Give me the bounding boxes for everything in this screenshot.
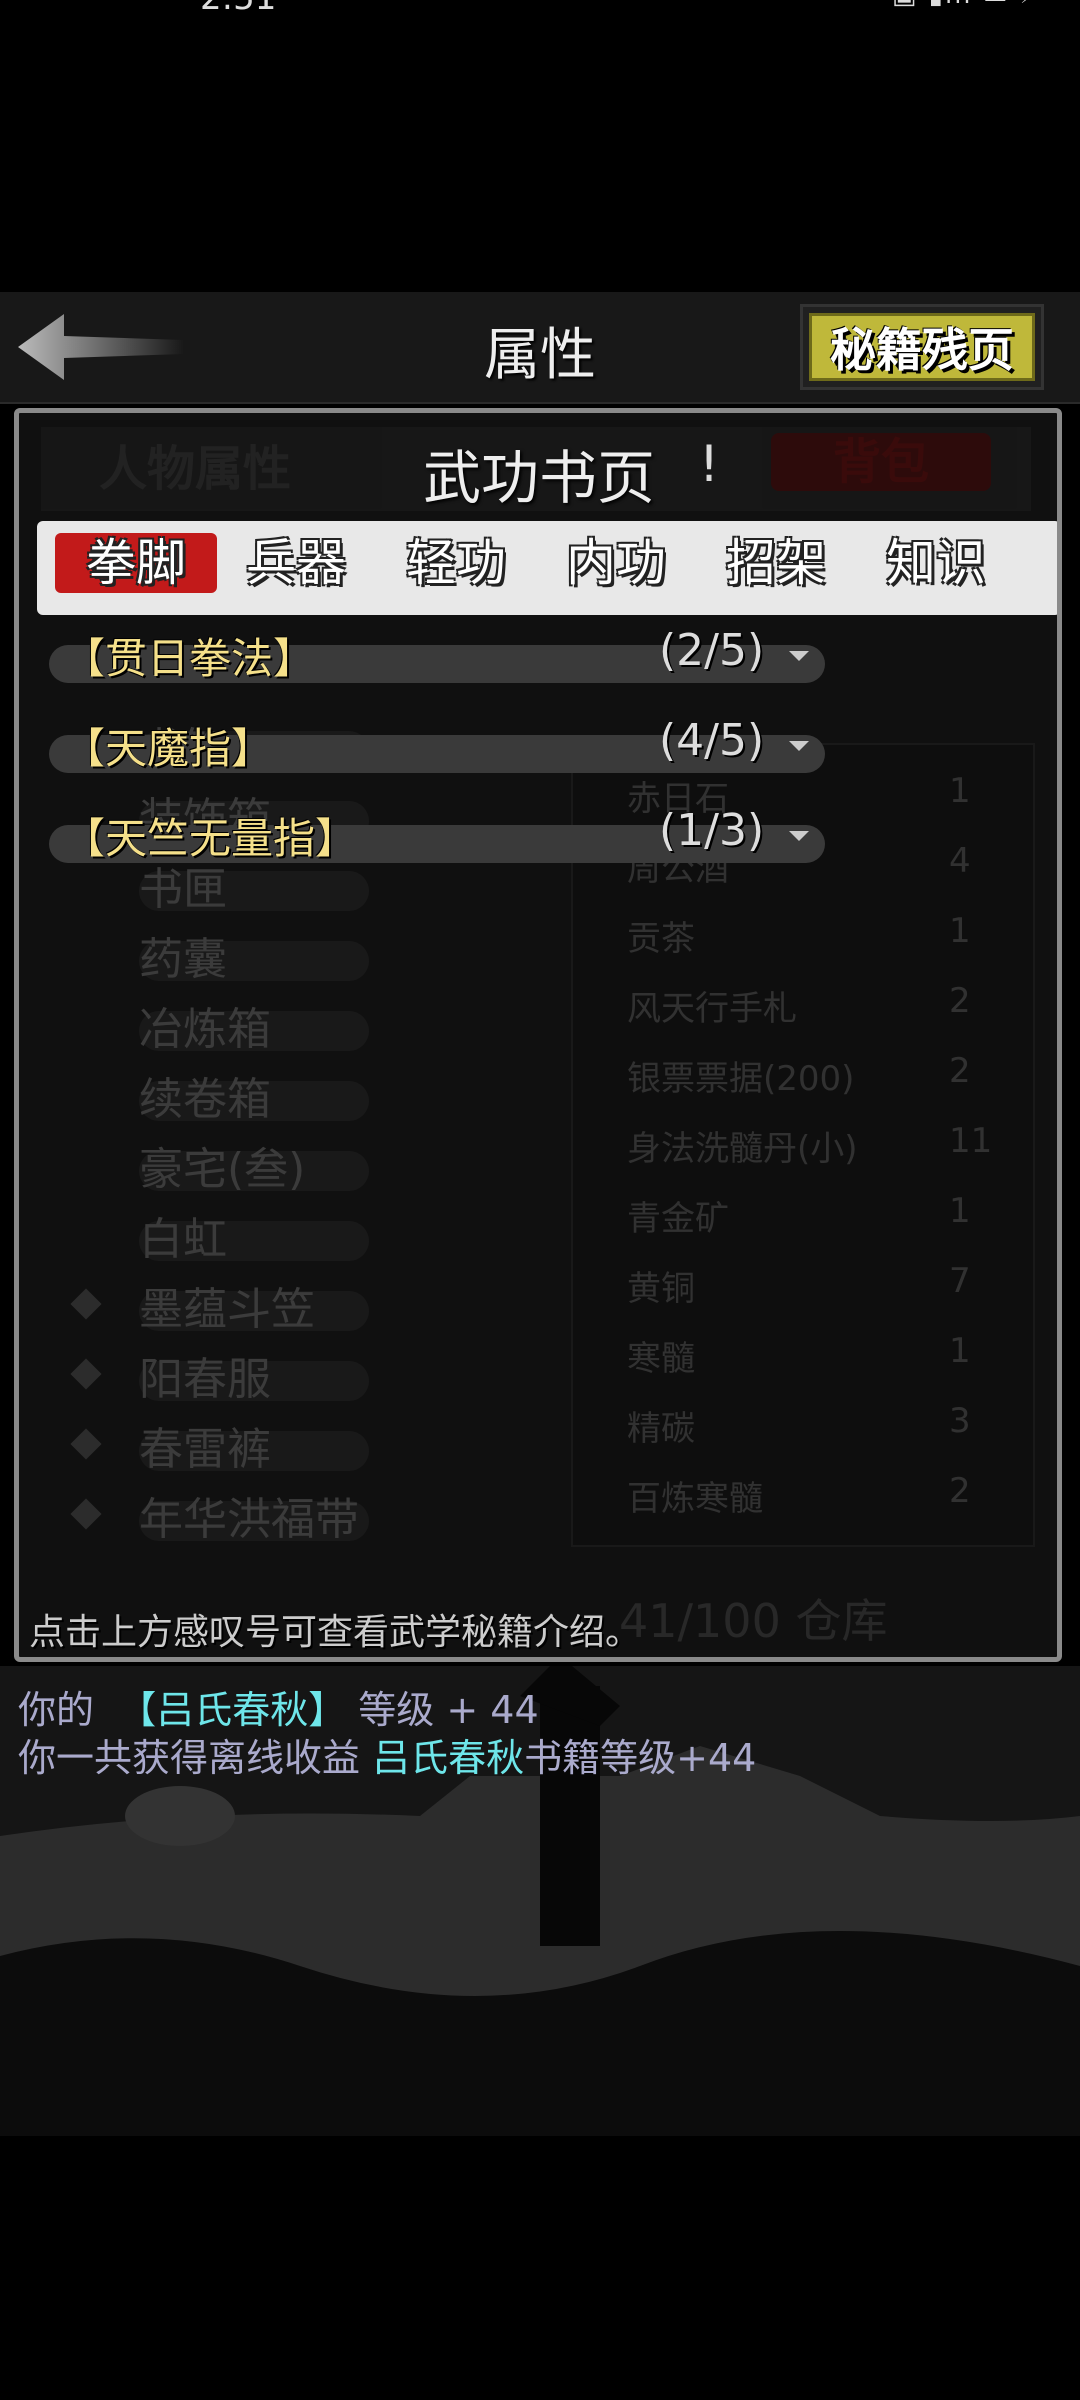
skill-row[interactable]: 【天竺无量指】 (1/3) (49, 805, 825, 863)
bg-inventory-name: 身法洗髓丹(小) (627, 1129, 858, 1169)
modal-title: 武功书页 (422, 444, 655, 512)
bg-inventory-count: 1 (949, 1331, 971, 1371)
bg-inventory-name: 贡茶 (627, 919, 695, 959)
status-icons: ▣ ▮ıll ▭ ⚡ (892, 0, 1040, 10)
tab-fist[interactable]: 拳脚 (55, 533, 217, 593)
secret-pages-label: 秘籍残页 (809, 313, 1035, 381)
status-time: 2:51 (200, 0, 276, 18)
skill-count: (4/5) (659, 715, 765, 766)
tab-inner-power[interactable]: 内功 (535, 533, 697, 593)
bg-inventory-count: 3 (949, 1401, 971, 1441)
bg-inventory-count: 1 (949, 1191, 971, 1231)
tab-parry[interactable]: 招架 (695, 533, 857, 593)
log-book-name: 吕氏春秋 (372, 1736, 525, 1780)
bg-inventory-name: 青金矿 (627, 1199, 729, 1239)
bg-inventory-row: 寒髓 1 (19, 1331, 1057, 1401)
chevron-down-icon[interactable] (789, 831, 809, 841)
skill-count: (1/3) (659, 805, 765, 856)
bg-inventory-row: 精碳 3 (19, 1401, 1057, 1471)
bg-inventory-name: 精碳 (627, 1409, 695, 1449)
top-header: 属性 秘籍残页 (0, 292, 1080, 404)
chevron-down-icon[interactable] (789, 651, 809, 661)
log-text: 书籍等级+44 (524, 1736, 757, 1780)
hint-text: 点击上方感叹号可查看武学秘籍介绍。 (29, 1612, 642, 1653)
skill-name: 【贯日拳法】 (63, 634, 316, 683)
info-exclamation-icon[interactable]: ! (699, 435, 719, 493)
bg-inventory-name: 银票票据(200) (627, 1059, 855, 1099)
bg-inventory-count: 2 (949, 1051, 971, 1091)
log-text: 你一共获得离线收益 (18, 1736, 361, 1780)
bg-inventory-name: 寒髓 (627, 1339, 695, 1379)
tab-weapon[interactable]: 兵器 (215, 533, 377, 593)
skill-name: 【天魔指】 (63, 724, 274, 773)
bg-inventory-count: 2 (949, 1471, 971, 1511)
log-text: 你的 (18, 1688, 95, 1732)
log-text: 等级 + 44 (358, 1688, 539, 1732)
bg-inventory-row: 银票票据(200) 2 (19, 1051, 1057, 1121)
bg-inventory-name: 黄铜 (627, 1269, 695, 1309)
skill-book-panel: 人物属性 背包 书箱装饰箱书匣药囊冶炼箱续卷箱豪宅(叁)白虹墨蕴斗笠阳春服春雷裤… (14, 408, 1062, 1662)
bg-inventory-name: 百炼寒髓 (627, 1479, 763, 1519)
bg-inventory-count: 11 (949, 1121, 993, 1161)
bg-inventory-row: 黄铜 7 (19, 1261, 1057, 1331)
bg-inventory-count: 1 (949, 911, 971, 951)
bg-inventory-row: 青金矿 1 (19, 1191, 1057, 1261)
chevron-down-icon[interactable] (789, 741, 809, 751)
skill-count: (2/5) (659, 625, 765, 676)
category-tab-bar: 拳脚 兵器 轻功 内功 招架 知识 (37, 521, 1057, 615)
bg-inventory-row: 百炼寒髓 2 (19, 1471, 1057, 1541)
bg-inventory-row: 身法洗髓丹(小) 11 (19, 1121, 1057, 1191)
log-book-name: 【吕氏春秋】 (118, 1688, 347, 1732)
tab-knowledge[interactable]: 知识 (855, 533, 1017, 593)
bg-inventory-count: 2 (949, 981, 971, 1021)
tab-lightness[interactable]: 轻功 (375, 533, 537, 593)
log-line: 你的 【吕氏春秋】 等级 + 44 (18, 1686, 1068, 1734)
bg-inventory-count: 4 (949, 841, 971, 881)
bg-inventory-count: 1 (949, 771, 971, 811)
secret-pages-button[interactable]: 秘籍残页 (800, 304, 1044, 390)
bg-inventory-count: 7 (949, 1261, 971, 1301)
skill-row[interactable]: 【天魔指】 (4/5) (49, 715, 825, 773)
bg-inventory-name: 风天行手札 (627, 989, 797, 1029)
bg-storage-label: 41/100 仓库 (619, 1594, 888, 1648)
bg-inventory-row: 风天行手札 2 (19, 981, 1057, 1051)
log-area: 你的 【吕氏春秋】 等级 + 44 你一共获得离线收益 吕氏春秋书籍等级+44 (18, 1686, 1068, 1782)
status-bar: 2:51 ▣ ▮ıll ▭ ⚡ (0, 0, 1080, 20)
log-line: 你一共获得离线收益 吕氏春秋书籍等级+44 (18, 1734, 1068, 1782)
skill-row[interactable]: 【贯日拳法】 (2/5) (49, 625, 825, 683)
skill-name: 【天竺无量指】 (63, 814, 358, 863)
bg-inventory-row: 贡茶 1 (19, 911, 1057, 981)
